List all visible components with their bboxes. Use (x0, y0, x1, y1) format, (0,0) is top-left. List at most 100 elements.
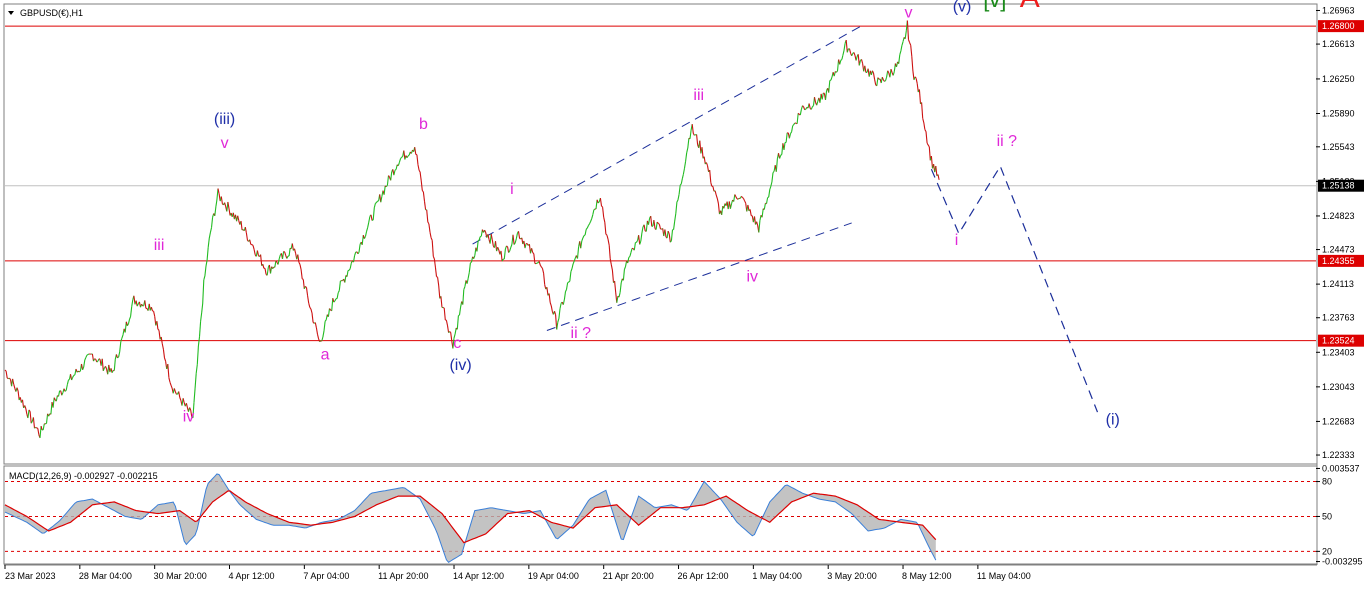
price-segment (74, 375, 75, 376)
price-segment (569, 281, 570, 282)
price-segment (5, 370, 6, 371)
price-segment (694, 135, 695, 136)
price-segment (768, 197, 769, 198)
time-tick-label-8: 21 Apr 20:00 (603, 571, 654, 581)
wave-label-10: iii (693, 87, 704, 104)
price-segment (375, 203, 376, 204)
level-price-label-0: 1.26800 (1322, 21, 1355, 31)
time-tick-label-11: 3 May 20:00 (827, 571, 877, 581)
time-tick-label-0: 23 Mar 2023 (5, 571, 56, 581)
price-segment (408, 155, 409, 156)
wave-label-3: iv (183, 409, 195, 426)
wave-label-17: i (955, 232, 959, 249)
price-segment (252, 245, 253, 246)
current-price-label: 1.25138 (1322, 181, 1355, 191)
price-tick-label-0: 1.26963 (1322, 5, 1355, 15)
price-segment (7, 378, 8, 379)
price-segment (885, 81, 886, 82)
price-segment (284, 251, 285, 252)
price-tick-label-6: 1.24823 (1322, 211, 1355, 221)
price-segment (812, 106, 813, 107)
price-segment (629, 256, 630, 257)
wave-label-4: a (321, 346, 330, 363)
price-segment (88, 354, 89, 355)
level-price-label-2: 1.23524 (1322, 336, 1355, 346)
price-segment (450, 332, 451, 333)
chart-canvas: (iii)viiiivabc(iv)iii ?iiiivv(v)[v]Aii ?… (0, 0, 1366, 588)
wave-label-15: A (1020, 0, 1040, 14)
level-price-label-1: 1.24355 (1322, 256, 1355, 266)
price-tick-label-4: 1.25543 (1322, 142, 1355, 152)
symbol-label: GBPUSD(€),H1 (20, 8, 83, 18)
time-tick-label-9: 26 Apr 12:00 (678, 571, 729, 581)
price-tick-label-2: 1.26250 (1322, 74, 1355, 84)
price-tick-label-11: 1.23043 (1322, 382, 1355, 392)
wave-label-12: v (904, 4, 912, 21)
price-segment (36, 427, 37, 428)
price-segment (652, 226, 653, 227)
wave-label-13: (v) (953, 0, 972, 16)
price-segment (402, 156, 403, 157)
price-segment (805, 109, 806, 110)
price-tick-label-8: 1.24113 (1322, 279, 1354, 289)
price-segment (437, 277, 438, 278)
macd-tick-label-0: 0.003537 (1322, 463, 1360, 473)
price-segment (87, 355, 88, 356)
price-segment (478, 240, 479, 241)
price-tick-label-3: 1.25890 (1322, 108, 1355, 118)
price-segment (738, 198, 739, 199)
wave-label-16: ii ? (997, 133, 1018, 150)
time-tick-label-4: 7 Apr 04:00 (303, 571, 349, 581)
macd-tick-label-4: -0.003295 (1322, 557, 1363, 567)
price-segment (97, 361, 98, 362)
price-segment (470, 262, 471, 263)
price-tick-label-7: 1.24473 (1322, 245, 1355, 255)
price-segment (781, 154, 782, 155)
time-tick-label-1: 28 Mar 04:00 (79, 571, 132, 581)
wave-label-0: (iii) (214, 111, 235, 128)
price-segment (37, 428, 38, 429)
price-tick-label-1: 1.26613 (1322, 39, 1355, 49)
price-segment (507, 246, 508, 247)
price-segment (95, 359, 96, 360)
macd-label: MACD(12,26,9) -0.002927 -0.002215 (9, 471, 158, 481)
time-tick-label-2: 30 Mar 20:00 (154, 571, 207, 581)
time-tick-label-7: 19 Apr 04:00 (528, 571, 579, 581)
price-segment (536, 263, 537, 264)
price-tick-label-13: 1.22333 (1322, 450, 1355, 460)
price-segment (584, 235, 585, 236)
macd-tick-label-3: 20 (1322, 546, 1332, 556)
time-tick-label-13: 11 May 04:00 (977, 571, 1031, 581)
price-segment (395, 169, 396, 170)
wave-label-18: (i) (1106, 412, 1120, 429)
wave-label-1: v (221, 135, 229, 152)
wave-label-9: ii ? (571, 325, 592, 342)
price-segment (65, 390, 66, 391)
price-segment (68, 379, 69, 380)
price-segment (372, 220, 373, 221)
price-segment (803, 106, 804, 107)
wave-label-11: iv (746, 269, 758, 286)
price-segment (158, 329, 159, 330)
price-segment (568, 282, 569, 283)
price-segment (741, 196, 742, 197)
price-segment (798, 113, 799, 114)
wave-label-5: b (419, 116, 428, 133)
price-segment (480, 236, 481, 237)
wave-label-14: [v] (983, 0, 1006, 12)
price-segment (79, 371, 80, 372)
wave-label-8: i (510, 181, 514, 198)
price-tick-label-10: 1.23403 (1322, 347, 1355, 357)
price-tick-label-12: 1.22683 (1322, 416, 1355, 426)
price-segment (658, 223, 659, 224)
time-tick-label-3: 4 Apr 12:00 (229, 571, 275, 581)
price-segment (118, 357, 119, 358)
price-segment (606, 234, 607, 235)
wave-label-6: c (453, 335, 461, 352)
price-tick-label-9: 1.23763 (1322, 313, 1355, 323)
macd-tick-label-1: 80 (1322, 477, 1332, 487)
price-segment (449, 332, 450, 333)
price-segment (443, 308, 444, 309)
wave-label-2: iii (154, 237, 165, 254)
price-segment (320, 341, 321, 342)
